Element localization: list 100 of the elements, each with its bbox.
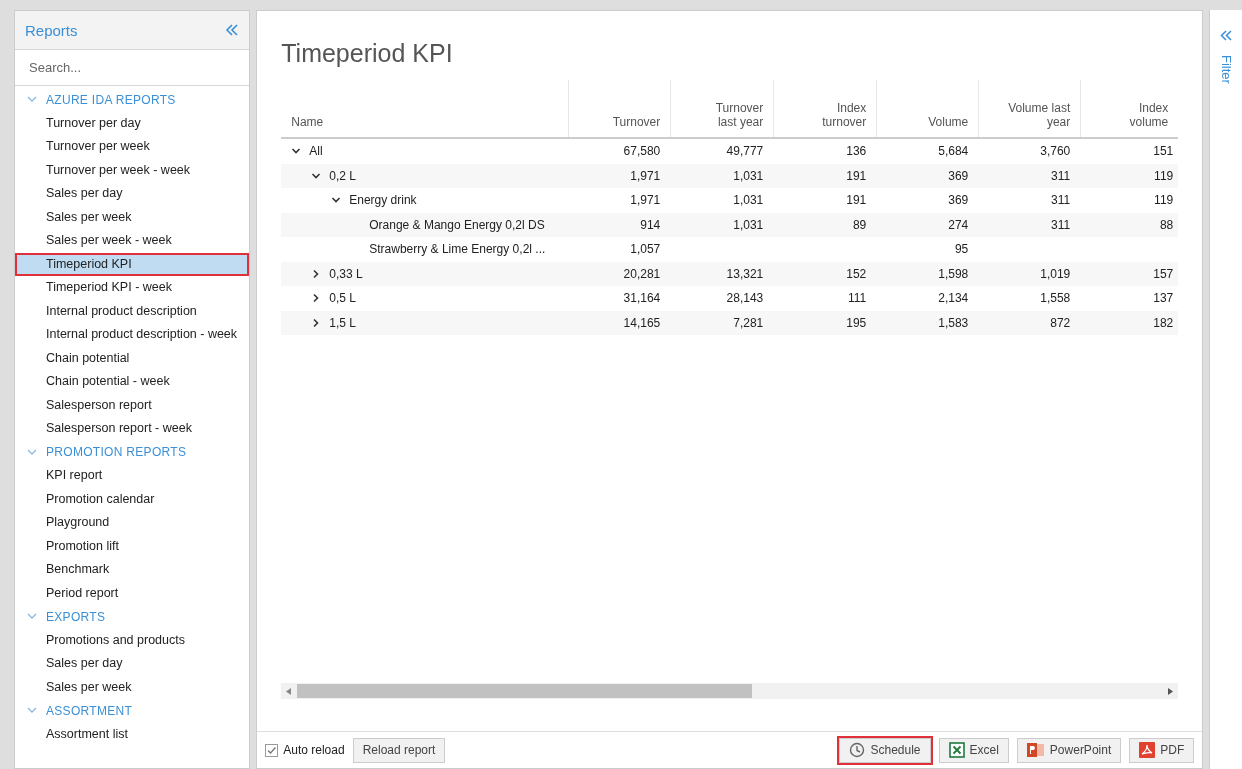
table-cell: 1,5 L [281,315,569,330]
table-cell-text: 5,684 [937,144,970,159]
chevron-icon[interactable] [311,171,322,180]
table-cell-text: 14,165 [622,315,662,330]
table-cell: 0,2 L [281,168,569,183]
table-cell-text: 151 [1152,144,1175,159]
chevron-icon[interactable] [312,317,321,328]
table-cell-text: 119 [1153,168,1175,183]
table-cell: All [281,144,569,159]
excel-button[interactable]: Excel [938,737,1009,763]
powerpoint-button[interactable]: PowerPoint [1016,737,1122,763]
pdf-button[interactable]: PDF [1129,737,1195,763]
table-cell-text: 152 [845,266,868,281]
sidebar-item[interactable]: Turnover per week - week [15,158,250,182]
column-header[interactable]: Volume last year [978,80,1081,137]
sidebar-item[interactable]: Internal product description [15,299,250,323]
table-cell-text: 1,971 [629,168,662,183]
table-cell-text: 13,321 [725,266,765,281]
chevron-icon[interactable] [312,293,321,304]
section-header[interactable]: ASSORTMENT [15,699,250,723]
chevron-icon[interactable] [312,268,321,279]
sidebar-item[interactable]: Timeperiod KPI - week [15,276,250,300]
sidebar-item[interactable]: Chain potential [15,346,250,370]
table-cell: 0,5 L [281,291,569,306]
table-cell-text: 1,031 [732,217,765,232]
table-cell-text: Strawberry & Lime Energy 0,2l ... [368,242,547,257]
checkbox[interactable] [265,743,279,757]
table-cell-text: 1,971 [629,193,662,208]
table-cell-text: 157 [1152,266,1175,281]
table-cell-text: 7,281 [732,315,765,330]
sidebar-item[interactable]: Sales per day [15,652,250,676]
table-cell-text: 31,164 [622,291,662,306]
sidebar-item[interactable]: Benchmark [15,558,250,582]
sidebar-item[interactable]: Internal product description - week [15,323,250,347]
sidebar-item[interactable]: Promotions and products [15,628,250,652]
table-cell-text: 136 [845,144,868,159]
expand-icon[interactable] [1220,30,1233,41]
sidebar-item[interactable]: Promotion calendar [15,487,250,511]
table-cell-text: 2,134 [937,291,970,306]
table-cell-text: 20,281 [622,266,662,281]
table-cell-text: 28,143 [725,291,765,306]
sidebar-item[interactable]: Salesperson report [15,393,250,417]
column-header[interactable]: Index volume [1080,80,1179,137]
sidebar-item[interactable]: KPI report [15,464,250,488]
sidebar-item[interactable]: Period report [15,581,250,605]
chevron-icon [27,707,37,715]
table-cell-text: 195 [845,315,868,330]
table-cell-text: 88 [1158,217,1175,232]
table-cell-text: 67,580 [622,144,662,159]
table-cell-text: 914 [639,217,662,232]
horizontal-scrollbar[interactable] [281,683,1179,699]
sidebar-item[interactable]: Timeperiod KPI [15,252,250,276]
sidebar-item[interactable]: Playground [15,511,250,535]
excel-icon [948,742,965,758]
column-header[interactable]: Turnover last year [670,80,774,137]
sidebar-item[interactable]: Assortment list [15,722,250,746]
table-cell-text: 1,057 [629,242,662,257]
reload-button[interactable]: Reload report [352,737,446,763]
pdf-icon [1139,742,1156,758]
table-cell-text: 191 [845,168,868,183]
table-cell-text: 182 [1152,315,1175,330]
table-cell-text: 111 [847,291,868,306]
chevron-icon[interactable] [291,147,302,156]
table-cell-text: Orange & Mango Energy 0,2l DS [368,217,546,232]
scroll-right-icon[interactable] [1167,687,1174,695]
column-header[interactable]: Name [281,80,569,137]
table-cell-text: 1,031 [732,193,765,208]
table-cell-text: 1,583 [937,315,970,330]
sidebar-item[interactable]: Sales per week [15,675,250,699]
collapse-icon[interactable] [225,24,240,36]
table-cell-text: 137 [1152,291,1175,306]
column-header[interactable]: Volume [876,80,979,137]
chevron-icon [27,613,37,621]
chevron-icon[interactable] [331,196,342,205]
table-cell-text: 274 [947,217,970,232]
sidebar-title: Reports [25,21,78,39]
sidebar-item[interactable]: Salesperson report - week [15,417,250,441]
sidebar-item[interactable]: Sales per week - week [15,229,250,253]
scroll-left-icon[interactable] [286,687,293,695]
auto-reload-label: Auto reload [283,743,345,757]
chevron-icon [27,448,37,456]
column-header[interactable]: Turnover [568,80,671,137]
table-cell-text: 191 [845,193,868,208]
table-cell-text: 89 [851,217,868,232]
sidebar-item[interactable]: Promotion lift [15,534,250,558]
sidebar-item[interactable]: Turnover per week [15,135,250,159]
clock-icon [849,742,866,758]
column-header[interactable]: Index turnover [773,80,877,137]
sidebar-item[interactable]: Sales per week [15,205,250,229]
table-cell-text: 95 [953,242,970,257]
table-cell-text: 369 [947,193,970,208]
table-cell-text: 1,598 [937,266,970,281]
section-header[interactable]: PROMOTION REPORTS [15,440,250,464]
powerpoint-icon [1026,742,1045,758]
sidebar-item[interactable]: Sales per day [15,182,250,206]
sidebar-item[interactable]: Chain potential - week [15,370,250,394]
sidebar-item[interactable]: Turnover per day [15,111,250,135]
schedule-button[interactable]: Schedule [839,737,931,763]
table-cell-text: 49,777 [725,144,765,159]
chevron-icon [27,96,37,104]
